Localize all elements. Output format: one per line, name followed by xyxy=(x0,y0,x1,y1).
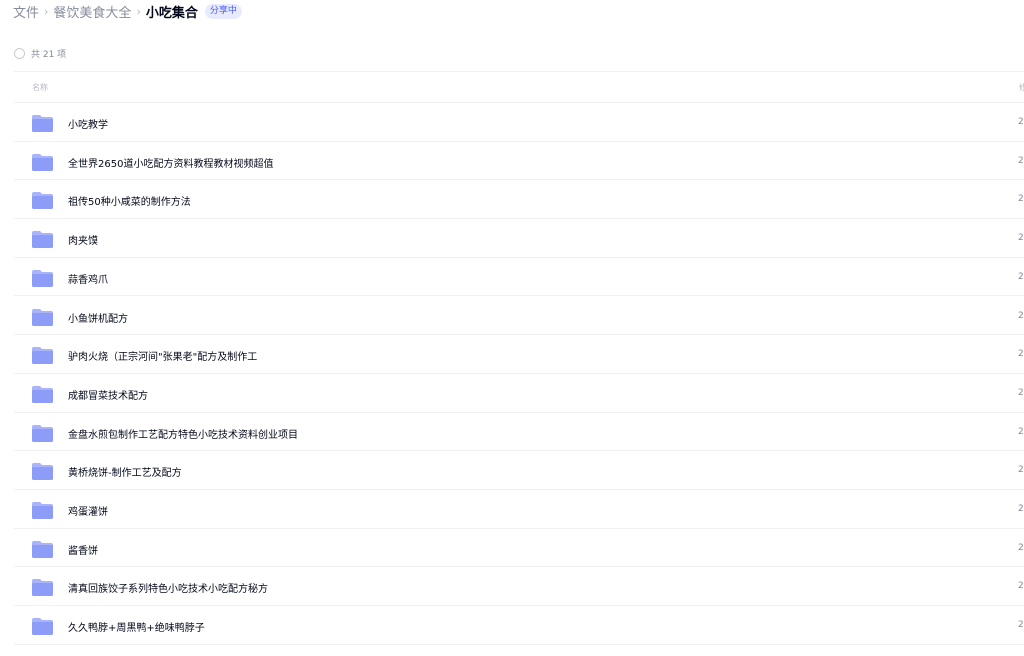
modified-date: 2 xyxy=(1018,465,1024,476)
folder-icon xyxy=(32,192,53,210)
table-row[interactable]: 金盘水煎包制作工艺配方特色小吃技术资料创业项目 2 xyxy=(14,413,1024,452)
file-name[interactable]: 黄桥烧饼-制作工艺及配方 xyxy=(68,464,182,479)
modified-date: 2 xyxy=(1018,271,1024,282)
file-name[interactable]: 酱香饼 xyxy=(68,542,98,557)
folder-icon xyxy=(32,385,53,403)
table-row[interactable]: 小鱼饼机配方 2 xyxy=(14,297,1024,336)
modified-date: 2 xyxy=(1018,155,1024,166)
breadcrumb-item-files[interactable]: 文件 xyxy=(13,2,39,21)
file-name[interactable]: 驴肉火烧（正宗河间"张果老"配方及制作工 xyxy=(68,348,257,363)
modified-date: 2 xyxy=(1018,194,1024,205)
file-name[interactable]: 小鱼饼机配方 xyxy=(68,310,128,325)
modified-date: 2 xyxy=(1018,233,1024,244)
table-row[interactable]: 鸡蛋灌饼 2 xyxy=(14,490,1024,529)
item-count: 共 21 项 xyxy=(31,49,67,60)
file-name[interactable]: 全世界2650道小吃配方资料教程教材视频超值 xyxy=(68,155,273,170)
share-status-badge: 分享中 xyxy=(204,3,242,19)
breadcrumb-separator-icon: › xyxy=(44,4,49,18)
file-name[interactable]: 清真回族饺子系列特色小吃技术小吃配方秘方 xyxy=(68,580,268,595)
folder-icon xyxy=(32,502,53,519)
file-name[interactable]: 久久鸭脖+周黑鸭+绝味鸭脖子 xyxy=(68,619,205,634)
modified-date: 2 xyxy=(1018,117,1024,127)
file-name[interactable]: 成都冒菜技术配方 xyxy=(68,387,148,402)
file-name[interactable]: 鸡蛋灌饼 xyxy=(68,503,108,518)
modified-date: 2 xyxy=(1018,349,1024,360)
table-row[interactable]: 蒜香鸡爪 2 xyxy=(14,258,1024,297)
modified-date: 2 xyxy=(1018,581,1024,592)
modified-date: 2 xyxy=(1018,426,1024,437)
file-name[interactable]: 金盘水煎包制作工艺配方特色小吃技术资料创业项目 xyxy=(68,426,298,441)
item-count-row: 共 21 项 xyxy=(14,46,66,60)
breadcrumb-item-food[interactable]: 餐饮美食大全 xyxy=(53,2,131,21)
table-row[interactable]: 酱香饼 2 xyxy=(14,529,1024,568)
folder-icon xyxy=(32,231,53,249)
table-row[interactable]: 久久鸭脖+周黑鸭+绝味鸭脖子 2 xyxy=(14,606,1024,645)
select-all-checkbox[interactable] xyxy=(14,47,25,59)
folder-icon xyxy=(32,424,53,442)
modified-date: 2 xyxy=(1018,620,1024,631)
file-name[interactable]: 肉夹馍 xyxy=(68,232,98,247)
file-name[interactable]: 小吃教学 xyxy=(68,116,108,131)
table-row[interactable]: 肉夹馍 2 xyxy=(14,219,1024,258)
modified-date: 2 xyxy=(1018,310,1024,321)
table-row[interactable]: 清真回族饺子系列特色小吃技术小吃配方秘方 2 xyxy=(14,567,1024,607)
list-header: 名称 修 xyxy=(14,71,1024,102)
file-name[interactable]: 祖传50种小咸菜的制作方法 xyxy=(68,193,191,208)
row-divider xyxy=(14,643,1024,645)
table-row[interactable]: 成都冒菜技术配方 2 xyxy=(14,374,1024,413)
column-header-name[interactable]: 名称 xyxy=(32,82,48,93)
file-name[interactable]: 蒜香鸡爪 xyxy=(68,271,108,286)
modified-date: 2 xyxy=(1018,542,1024,553)
folder-icon xyxy=(32,153,53,171)
table-row[interactable]: 小吃教学 2 xyxy=(14,103,1024,142)
folder-icon xyxy=(32,115,53,132)
folder-icon xyxy=(32,579,53,597)
breadcrumb-current: 小吃集合 xyxy=(145,5,198,21)
column-header-modified[interactable]: 修 xyxy=(1019,82,1024,93)
folder-icon xyxy=(32,269,53,287)
folder-icon xyxy=(32,618,53,636)
table-row[interactable]: 祖传50种小咸菜的制作方法 2 xyxy=(14,180,1024,220)
table-row[interactable]: 黄桥烧饼-制作工艺及配方 2 xyxy=(14,451,1024,490)
folder-icon xyxy=(32,463,53,481)
modified-date: 2 xyxy=(1018,387,1024,398)
table-row[interactable]: 驴肉火烧（正宗河间"张果老"配方及制作工 2 xyxy=(14,335,1024,374)
breadcrumb: 文件 › 餐饮美食大全 › 小吃集合 分享中 xyxy=(13,0,242,22)
folder-icon xyxy=(32,347,53,365)
breadcrumb-separator-icon: › xyxy=(136,4,141,18)
folder-icon xyxy=(32,540,53,558)
table-row[interactable]: 全世界2650道小吃配方资料教程教材视频超值 2 xyxy=(14,142,1024,181)
modified-date: 2 xyxy=(1018,504,1024,514)
folder-icon xyxy=(32,308,53,326)
